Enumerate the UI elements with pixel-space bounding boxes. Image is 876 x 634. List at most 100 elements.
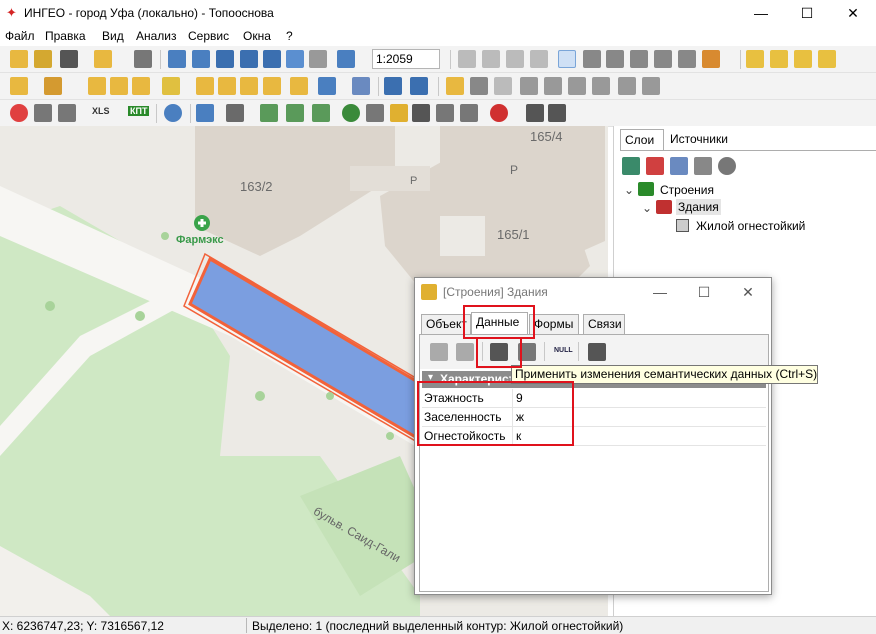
menu-help[interactable]: ? [286, 29, 293, 43]
tab-links[interactable]: Связи [583, 314, 625, 334]
layers-settings-icon[interactable] [622, 157, 640, 175]
tree-expand-icon-2[interactable]: ⌄ [642, 201, 652, 215]
draw-polygon-icon[interactable] [88, 77, 106, 95]
no-entry-icon[interactable] [10, 104, 28, 122]
maximize-button[interactable]: ☐ [784, 0, 830, 26]
clip-icon[interactable] [592, 77, 610, 95]
zoom-area-icon[interactable] [168, 50, 186, 68]
scale-input[interactable]: 1:2059 [372, 49, 440, 69]
attach-icon[interactable] [290, 77, 308, 95]
sort-fields-icon[interactable] [588, 343, 606, 361]
search-icon[interactable] [164, 104, 182, 122]
offset-icon[interactable] [263, 77, 281, 95]
zoom-extent-icon[interactable] [286, 50, 304, 68]
add-red-icon[interactable] [490, 104, 508, 122]
zoom-out-icon[interactable] [263, 50, 281, 68]
difference-icon[interactable] [568, 77, 586, 95]
layers-window-icon[interactable] [670, 157, 688, 175]
copy-object-icon[interactable] [506, 50, 524, 68]
save-icon[interactable] [34, 50, 52, 68]
info-cursor-icon[interactable] [410, 77, 428, 95]
menu-edit[interactable]: Правка [45, 29, 86, 43]
copy-data-icon[interactable] [430, 343, 448, 361]
close-button[interactable]: ✕ [830, 0, 876, 26]
xls-export-button[interactable]: XLS [92, 106, 110, 116]
layers-icon[interactable] [60, 50, 78, 68]
intersect-icon[interactable] [544, 77, 562, 95]
tree-item-buildings-group[interactable]: Строения [660, 183, 714, 197]
diamond-icon[interactable] [412, 104, 430, 122]
dialog-close-button[interactable]: ✕ [725, 280, 771, 304]
union-icon[interactable] [520, 77, 538, 95]
grid-icon[interactable] [34, 104, 52, 122]
query-icon[interactable] [352, 77, 370, 95]
menu-file[interactable]: Файл [5, 29, 35, 43]
select-plus-icon[interactable] [583, 50, 601, 68]
globe-icon[interactable] [342, 104, 360, 122]
chat-icon[interactable] [226, 104, 244, 122]
minimize-button[interactable]: — [738, 0, 784, 26]
gear-icon[interactable] [718, 157, 736, 175]
tree-item-fireproof[interactable]: Жилой огнестойкий [696, 219, 805, 233]
buffer-icon[interactable] [470, 77, 488, 95]
add-vertex-icon[interactable] [110, 77, 128, 95]
network-icon[interactable] [312, 104, 330, 122]
inspect-icon[interactable] [548, 104, 566, 122]
zoom-in-icon[interactable] [240, 50, 258, 68]
export-icon[interactable] [58, 104, 76, 122]
draw-line-icon[interactable] [44, 77, 62, 95]
camera-icon[interactable] [460, 104, 478, 122]
overlay-icon[interactable] [494, 77, 512, 95]
help-query-icon[interactable] [196, 104, 214, 122]
dialog-minimize-button[interactable]: — [637, 280, 683, 304]
select-line-icon[interactable] [678, 50, 696, 68]
tab-layers[interactable]: Слои [620, 129, 664, 151]
new-object-icon[interactable] [458, 50, 476, 68]
select-circle-icon[interactable] [630, 50, 648, 68]
layers-arrows-icon[interactable] [646, 157, 664, 175]
null-button[interactable]: NULL [554, 347, 573, 354]
zoom-dropdown-icon[interactable] [337, 50, 355, 68]
document-icon[interactable] [94, 50, 112, 68]
table-icon[interactable] [318, 77, 336, 95]
snap-midpoint-icon[interactable] [818, 50, 836, 68]
height-icon[interactable] [436, 104, 454, 122]
undo-icon[interactable] [384, 77, 402, 95]
home-icon[interactable] [366, 104, 384, 122]
paste-data-icon[interactable] [456, 343, 474, 361]
tab-sources[interactable]: Источники [666, 129, 732, 151]
dialog-maximize-button[interactable]: ☐ [681, 280, 727, 304]
zoom-window-icon[interactable] [192, 50, 210, 68]
rotate-icon[interactable] [240, 77, 258, 95]
pencil-icon[interactable] [162, 77, 180, 95]
select-rect-icon[interactable] [606, 50, 624, 68]
cut-icon[interactable] [618, 77, 636, 95]
measure-icon[interactable] [446, 77, 464, 95]
snap-edge-icon[interactable] [770, 50, 788, 68]
pan-icon[interactable] [309, 50, 327, 68]
menu-view[interactable]: Вид [102, 29, 124, 43]
snap-center-icon[interactable] [794, 50, 812, 68]
snap-vertex-icon[interactable] [746, 50, 764, 68]
select-polygon-icon[interactable] [654, 50, 672, 68]
tools-icon[interactable] [526, 104, 544, 122]
route-alt-icon[interactable] [286, 104, 304, 122]
select-arrow-icon[interactable] [558, 50, 576, 68]
kpt-button[interactable]: КПТ [128, 106, 150, 116]
flag-icon[interactable] [390, 104, 408, 122]
open-icon[interactable] [10, 50, 28, 68]
edit-object-icon[interactable] [482, 50, 500, 68]
menu-windows[interactable]: Окна [243, 29, 271, 43]
properties-icon[interactable] [530, 50, 548, 68]
move-vertex-icon[interactable] [132, 77, 150, 95]
erase-icon[interactable] [642, 77, 660, 95]
tab-forms[interactable]: Формы [529, 314, 579, 334]
select-layer-icon[interactable] [702, 50, 720, 68]
print-icon[interactable] [134, 50, 152, 68]
split-icon[interactable] [196, 77, 214, 95]
draw-point-icon[interactable] [10, 77, 28, 95]
tree-expand-icon[interactable]: ⌄ [624, 183, 634, 197]
zoom-select-icon[interactable] [216, 50, 234, 68]
menu-analysis[interactable]: Анализ [136, 29, 177, 43]
menu-service[interactable]: Сервис [188, 29, 229, 43]
